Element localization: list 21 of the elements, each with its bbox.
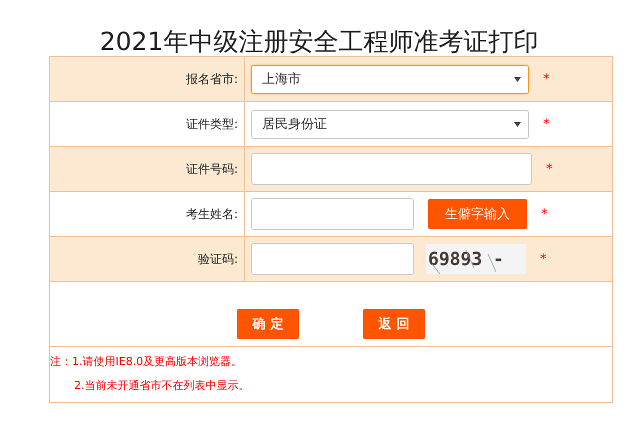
required-mark: *: [543, 72, 550, 86]
note-text: 注：1.请使用IE8.0及更高版本浏览器。: [50, 354, 244, 370]
required-mark: *: [541, 206, 548, 222]
dropdown[interactable]: 居民身份证: [251, 110, 529, 138]
field-label: 报名省市:: [186, 70, 238, 88]
dropdown[interactable]: 上海市: [251, 64, 529, 94]
field-label: 考生姓名:: [186, 206, 238, 222]
input-field[interactable]: [251, 198, 414, 230]
caret-icon: [514, 76, 521, 82]
required-mark: *: [540, 252, 546, 266]
required-mark: *: [546, 162, 552, 176]
captcha-image[interactable]: 69893 -: [426, 244, 526, 274]
field-label: 证件号码:: [186, 160, 238, 178]
note-text: 2.当前未开通省市不在列表中显示。: [73, 378, 250, 394]
required-mark: *: [543, 116, 550, 132]
field-label: 证件类型:: [186, 116, 238, 132]
page-title: 2021年中级注册安全工程师准考证打印: [98, 26, 540, 56]
field-label: 验证码:: [198, 250, 238, 268]
caret-icon: [514, 122, 521, 126]
input-field[interactable]: [251, 243, 414, 275]
input-field[interactable]: [251, 153, 532, 185]
